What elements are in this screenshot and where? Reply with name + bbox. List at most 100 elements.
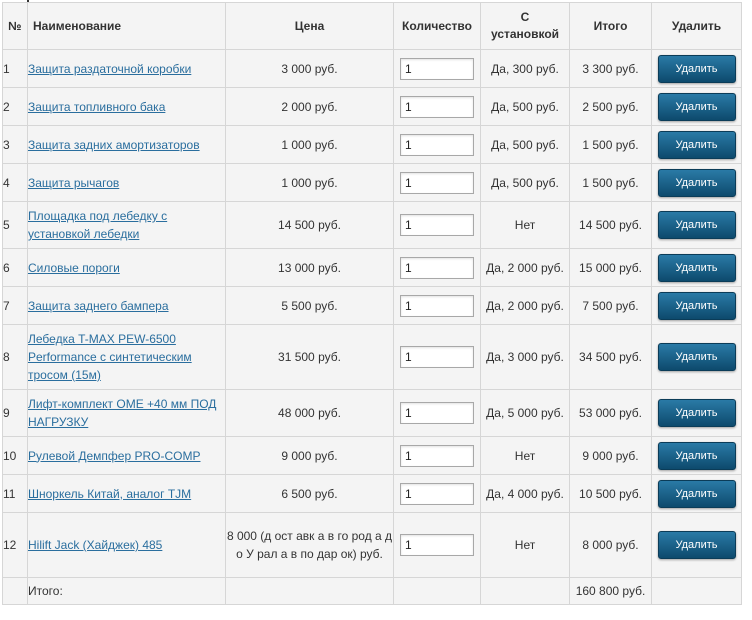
quantity-input[interactable] — [400, 256, 474, 279]
row-price: 14 500 руб. — [225, 201, 394, 249]
row-qty-cell — [393, 49, 481, 88]
row-qty-cell — [393, 248, 481, 287]
row-price: 9 000 руб. — [225, 436, 394, 475]
delete-button[interactable]: Удалить — [657, 130, 736, 159]
product-link[interactable]: Защита рычагов — [28, 176, 119, 190]
quantity-input[interactable] — [400, 294, 474, 317]
header-install: Сустановкой — [480, 2, 570, 50]
row-name-cell: Защита раздаточной коробки — [27, 49, 226, 88]
quantity-input[interactable] — [400, 346, 474, 368]
row-number: 6 — [2, 248, 28, 287]
quantity-input[interactable] — [400, 95, 474, 118]
row-total: 8 000 руб. — [569, 512, 652, 578]
product-link[interactable]: Защита задних амортизаторов — [28, 138, 200, 152]
header-delete: Удалить — [651, 2, 742, 50]
delete-button[interactable]: Удалить — [657, 399, 736, 427]
row-total: 3 300 руб. — [569, 49, 652, 88]
header-total: Итого — [569, 2, 652, 50]
delete-button[interactable]: Удалить — [657, 479, 736, 508]
product-link[interactable]: Площадка под лебедку с установкой лебедк… — [28, 209, 167, 241]
product-link[interactable]: Рулевой Демпфер PRO-COMP — [28, 449, 200, 463]
cart-table: № Наименование Цена Количество Сустановк… — [2, 2, 742, 605]
row-number: 2 — [2, 87, 28, 126]
row-delete-cell: Удалить — [651, 474, 742, 513]
row-total: 10 500 руб. — [569, 474, 652, 513]
delete-button[interactable]: Удалить — [657, 253, 736, 282]
delete-button[interactable]: Удалить — [657, 291, 736, 320]
row-number: 5 — [2, 201, 28, 249]
delete-button[interactable]: Удалить — [657, 531, 736, 559]
product-link[interactable]: Защита раздаточной коробки — [28, 62, 191, 76]
total-empty-price — [225, 577, 394, 605]
row-price: 1 000 руб. — [225, 125, 394, 164]
total-empty-qty — [393, 577, 481, 605]
row-name-cell: Силовые пороги — [27, 248, 226, 287]
quantity-input[interactable] — [400, 534, 474, 556]
row-number: 4 — [2, 163, 28, 202]
row-delete-cell: Удалить — [651, 436, 742, 475]
row-name-cell: Шноркель Китай, аналог TJM — [27, 474, 226, 513]
row-total: 14 500 руб. — [569, 201, 652, 249]
product-link[interactable]: Силовые пороги — [28, 261, 120, 275]
row-delete-cell: Удалить — [651, 512, 742, 578]
quantity-input[interactable] — [400, 402, 474, 424]
table-row: 6Силовые пороги 13 000 руб. Да, 2 000 руб.… — [2, 248, 742, 287]
row-number: 9 — [2, 389, 28, 437]
product-link[interactable]: Защита топливного бака — [28, 100, 165, 114]
table-row: 8 Лебедка T-MAX PEW-6500 Performance с си… — [2, 324, 742, 390]
row-price: 2 000 руб. — [225, 87, 394, 126]
row-install: Да, 300 руб. — [480, 49, 570, 88]
row-delete-cell: Удалить — [651, 248, 742, 287]
row-qty-cell — [393, 474, 481, 513]
table-row: 12 Hilift Jack (Хайджек) 485 8 000 (д ост … — [2, 512, 742, 578]
row-delete-cell: Удалить — [651, 201, 742, 249]
row-install: Да, 3 000 руб. — [480, 324, 570, 390]
quantity-input[interactable] — [400, 133, 474, 156]
row-total: 1 500 руб. — [569, 163, 652, 202]
product-link[interactable]: Лебедка T-MAX PEW-6500 Performance с син… — [28, 332, 192, 382]
quantity-input[interactable] — [400, 444, 474, 467]
header-price: Цена — [225, 2, 394, 50]
row-delete-cell: Удалить — [651, 87, 742, 126]
delete-button[interactable]: Удалить — [657, 343, 736, 371]
delete-button[interactable]: Удалить — [657, 168, 736, 197]
row-qty-cell — [393, 436, 481, 475]
delete-button[interactable]: Удалить — [657, 211, 736, 239]
row-price: 6 500 руб. — [225, 474, 394, 513]
row-name-cell: Лебедка T-MAX PEW-6500 Performance с син… — [27, 324, 226, 390]
table-row: 1Защита раздаточной коробки 3 000 руб. Да,… — [2, 49, 742, 88]
row-number: 12 — [2, 512, 28, 578]
header-install-line1: С — [520, 10, 530, 24]
row-delete-cell: Удалить — [651, 286, 742, 325]
delete-button[interactable]: Удалить — [657, 54, 736, 83]
total-row: Итого: 160 800 руб. — [2, 577, 742, 605]
delete-button[interactable]: Удалить — [657, 92, 736, 121]
product-link[interactable]: Защита заднего бампера — [28, 299, 169, 313]
row-total: 9 000 руб. — [569, 436, 652, 475]
header-install-line2: установкой — [490, 27, 560, 41]
row-delete-cell: Удалить — [651, 389, 742, 437]
row-total: 15 000 руб. — [569, 248, 652, 287]
table-row: 5 Площадка под лебедку с установкой лебед… — [2, 201, 742, 249]
quantity-input[interactable] — [400, 482, 474, 505]
product-link[interactable]: Лифт-комплект OME +40 мм ПОД НАГРУЗКУ — [28, 397, 216, 429]
row-name-cell: Защита задних амортизаторов — [27, 125, 226, 164]
row-qty-cell — [393, 389, 481, 437]
row-number: 7 — [2, 286, 28, 325]
total-label: Итого: — [27, 577, 226, 605]
total-empty-num — [2, 577, 28, 605]
row-delete-cell: Удалить — [651, 49, 742, 88]
header-qty: Количество — [393, 2, 481, 50]
row-total: 1 500 руб. — [569, 125, 652, 164]
row-qty-cell — [393, 163, 481, 202]
quantity-input[interactable] — [400, 171, 474, 194]
header-num: № — [2, 2, 28, 50]
quantity-input[interactable] — [400, 214, 474, 236]
table-row: 2Защита топливного бака 2 000 руб. Да, 500… — [2, 87, 742, 126]
quantity-input[interactable] — [400, 57, 474, 80]
product-link[interactable]: Hilift Jack (Хайджек) 485 — [28, 538, 162, 552]
delete-button[interactable]: Удалить — [657, 441, 736, 470]
row-install: Да, 500 руб. — [480, 87, 570, 126]
product-link[interactable]: Шноркель Китай, аналог TJM — [28, 487, 191, 501]
row-name-cell: Площадка под лебедку с установкой лебедк… — [27, 201, 226, 249]
